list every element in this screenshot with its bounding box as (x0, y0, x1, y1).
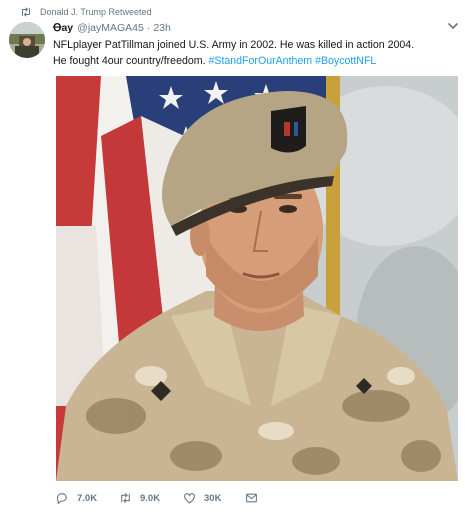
reply-icon (56, 493, 67, 504)
heart-icon (184, 493, 195, 504)
retweet-icon (121, 493, 130, 503)
direct-message-button[interactable] (245, 492, 258, 504)
chevron-down-icon[interactable] (447, 21, 459, 31)
tweet-text-line-1: NFLplayer PatTillman joined U.S. Army in… (53, 39, 415, 51)
avatar[interactable] (9, 22, 45, 58)
retweet-context[interactable]: Donald J. Trump Retweeted (20, 5, 152, 19)
like-count: 30K (204, 492, 222, 504)
tweet-text-line-2: He fought 4our country/freedom. #StandFo… (53, 53, 458, 69)
tweet-photo[interactable] (56, 76, 458, 481)
display-name[interactable]: Ꝋay (53, 22, 73, 34)
mail-icon (246, 493, 257, 503)
timestamp[interactable]: 23h (153, 22, 171, 34)
reply-count: 7.0K (77, 492, 98, 504)
retweet-count: 9.0K (140, 492, 161, 504)
tweet-header: Ꝋay @jayMAGA45 · 23h (53, 21, 171, 34)
tweet-text-line-2-plain: He fought 4our country/freedom. (53, 55, 206, 67)
user-handle[interactable]: @jayMAGA45 (77, 22, 144, 34)
reply-button[interactable]: 7.0K (56, 492, 119, 504)
hashtag-standforouranthem[interactable]: #StandForOurAnthem (208, 55, 312, 67)
retweet-icon (22, 7, 30, 17)
tweet-actions: 7.0K 9.0K 30K (56, 490, 258, 506)
like-button[interactable]: 30K (183, 492, 245, 504)
separator-dot: · (146, 21, 151, 34)
tweet-text: NFLplayer PatTillman joined U.S. Army in… (53, 37, 458, 69)
retweet-button[interactable]: 9.0K (119, 492, 183, 504)
hashtag-boycottnfl[interactable]: #BoycottNFL (315, 55, 376, 67)
retweet-context-label: Donald J. Trump Retweeted (40, 7, 152, 17)
